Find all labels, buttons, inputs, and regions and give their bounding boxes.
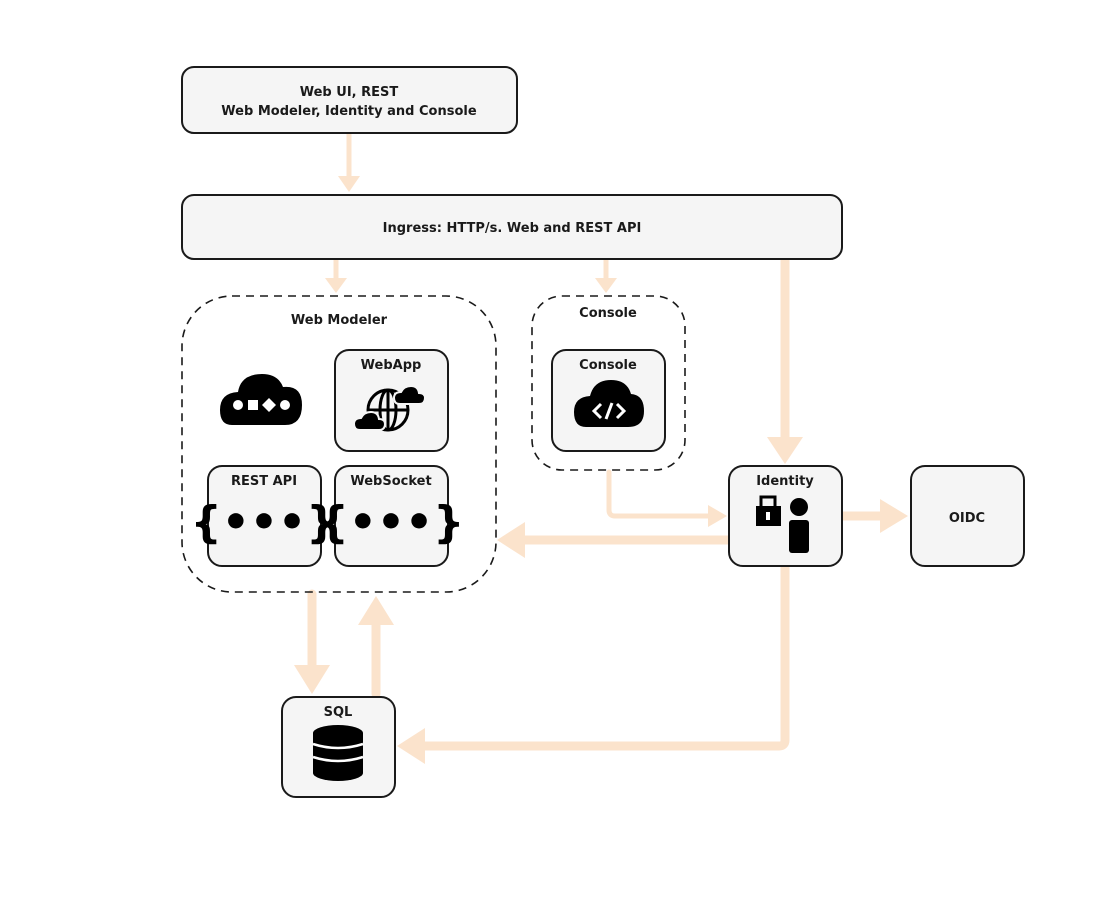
client-node[interactable]: Web UI, REST Web Modeler, Identity and C… bbox=[181, 66, 518, 134]
edge-client-to-ingress bbox=[338, 131, 360, 192]
oidc-node[interactable]: OIDC bbox=[910, 465, 1025, 567]
rest-api-node[interactable]: REST API {•••} bbox=[190, 465, 338, 567]
identity-node[interactable]: Identity bbox=[728, 465, 843, 567]
edge-identity-to-web-modeler bbox=[497, 522, 733, 558]
client-label-line2: Web Modeler, Identity and Console bbox=[221, 104, 477, 119]
curly-braces-icon: {•••} bbox=[317, 497, 464, 548]
sql-node[interactable]: SQL bbox=[281, 696, 396, 798]
webapp-label: WebApp bbox=[361, 358, 422, 373]
svg-text:{•••}: {•••} bbox=[317, 497, 464, 548]
edge-ingress-to-identity bbox=[767, 255, 803, 464]
websocket-label: WebSocket bbox=[350, 474, 431, 489]
oidc-label: OIDC bbox=[949, 511, 985, 526]
websocket-node[interactable]: WebSocket {•••} bbox=[317, 465, 465, 567]
edge-console-to-identity bbox=[606, 469, 727, 527]
curly-braces-icon: {•••} bbox=[190, 497, 337, 548]
console-node[interactable]: Console bbox=[551, 349, 666, 452]
sql-label: SQL bbox=[324, 705, 353, 720]
identity-label: Identity bbox=[756, 474, 814, 489]
edge-ingress-to-web-modeler bbox=[325, 257, 347, 293]
svg-text:{•••}: {•••} bbox=[190, 497, 337, 548]
ingress-label: Ingress: HTTP/s. Web and REST API bbox=[383, 221, 642, 236]
database-icon bbox=[312, 725, 364, 781]
architecture-diagram: Web UI, REST Web Modeler, Identity and C… bbox=[181, 66, 1025, 798]
edge-ingress-to-console bbox=[595, 257, 617, 293]
console-group-label: Console bbox=[579, 306, 637, 321]
edge-sql-to-web-modeler bbox=[358, 596, 394, 699]
console-label: Console bbox=[579, 358, 637, 373]
edge-web-modeler-to-sql bbox=[294, 589, 330, 694]
edge-identity-to-sql bbox=[397, 563, 790, 764]
webapp-node[interactable]: WebApp bbox=[334, 349, 449, 452]
edge-identity-to-oidc bbox=[838, 499, 908, 533]
ingress-node[interactable]: Ingress: HTTP/s. Web and REST API bbox=[181, 194, 843, 260]
rest-api-label: REST API bbox=[231, 474, 297, 489]
cloud-bpmn-icon bbox=[220, 374, 302, 425]
client-label-line1: Web UI, REST bbox=[300, 85, 399, 100]
web-modeler-group-label: Web Modeler bbox=[291, 313, 388, 328]
